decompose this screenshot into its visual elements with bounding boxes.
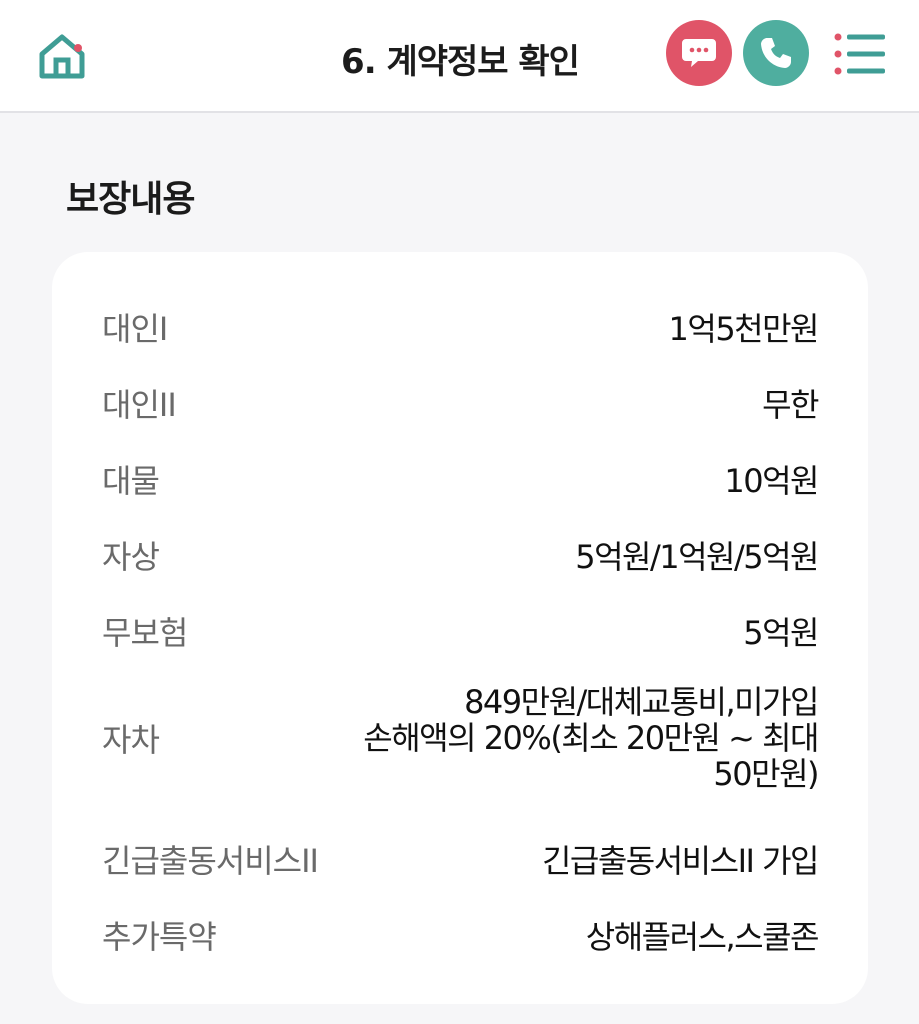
- coverage-value: 1억5천만원: [668, 310, 820, 348]
- coverage-label: 긴급출동서비스II: [102, 842, 319, 880]
- coverage-row: 대인I 1억5천만원: [102, 304, 820, 350]
- coverage-label: 대인II: [102, 386, 177, 424]
- coverage-row: 긴급출동서비스II 긴급출동서비스II 가입: [102, 836, 820, 882]
- coverage-label: 무보험: [102, 614, 188, 652]
- chat-bubble-icon: [682, 39, 716, 67]
- coverage-value: 무한: [762, 386, 819, 424]
- section-title: 보장내용: [66, 179, 195, 220]
- coverage-value-line: 손해액의 20%(최소 20만원 ~ 최대: [363, 719, 819, 757]
- chat-button[interactable]: [666, 20, 732, 86]
- home-icon: [39, 34, 85, 79]
- top-app-bar: 6. 계약정보 확인: [0, 0, 919, 113]
- coverage-value: 긴급출동서비스II 가입: [541, 842, 820, 880]
- coverage-label: 추가특약: [102, 918, 217, 956]
- phone-icon: [761, 38, 791, 68]
- coverage-row: 자차 849만원/대체교통비,미가입 손해액의 20%(최소 20만원 ~ 최대…: [102, 683, 819, 793]
- coverage-row: 자상 5억원/1억원/5억원: [102, 532, 819, 578]
- coverage-card: 대인I 1억5천만원 대인II 무한 대물 10억원 자상 5억원/1억원/5억…: [52, 252, 868, 1004]
- page-title: 6. 계약정보 확인: [341, 42, 580, 82]
- coverage-row: 무보험 5억원: [102, 608, 819, 654]
- coverage-value-line: 849만원/대체교통비,미가입: [464, 683, 819, 721]
- coverage-value: 상해플러스,스쿨존: [585, 918, 820, 956]
- coverage-label: 자차: [102, 721, 160, 759]
- coverage-row: 대인II 무한: [102, 380, 819, 426]
- coverage-row: 추가특약 상해플러스,스쿨존: [102, 912, 820, 958]
- menu-icon: [834, 33, 885, 75]
- coverage-label: 대인I: [102, 310, 168, 348]
- coverage-value: 5억원: [743, 614, 819, 652]
- menu-button[interactable]: [830, 30, 888, 78]
- call-button[interactable]: [743, 20, 809, 86]
- coverage-value-line: 50만원): [713, 755, 819, 793]
- coverage-value: 849만원/대체교통비,미가입 손해액의 20%(최소 20만원 ~ 최대 50…: [363, 683, 819, 793]
- coverage-value: 5억원/1억원/5억원: [575, 538, 819, 576]
- coverage-row: 대물 10억원: [102, 456, 819, 502]
- home-button[interactable]: [36, 30, 88, 82]
- coverage-label: 대물: [102, 462, 160, 500]
- coverage-value: 10억원: [724, 462, 819, 500]
- coverage-label: 자상: [102, 538, 160, 576]
